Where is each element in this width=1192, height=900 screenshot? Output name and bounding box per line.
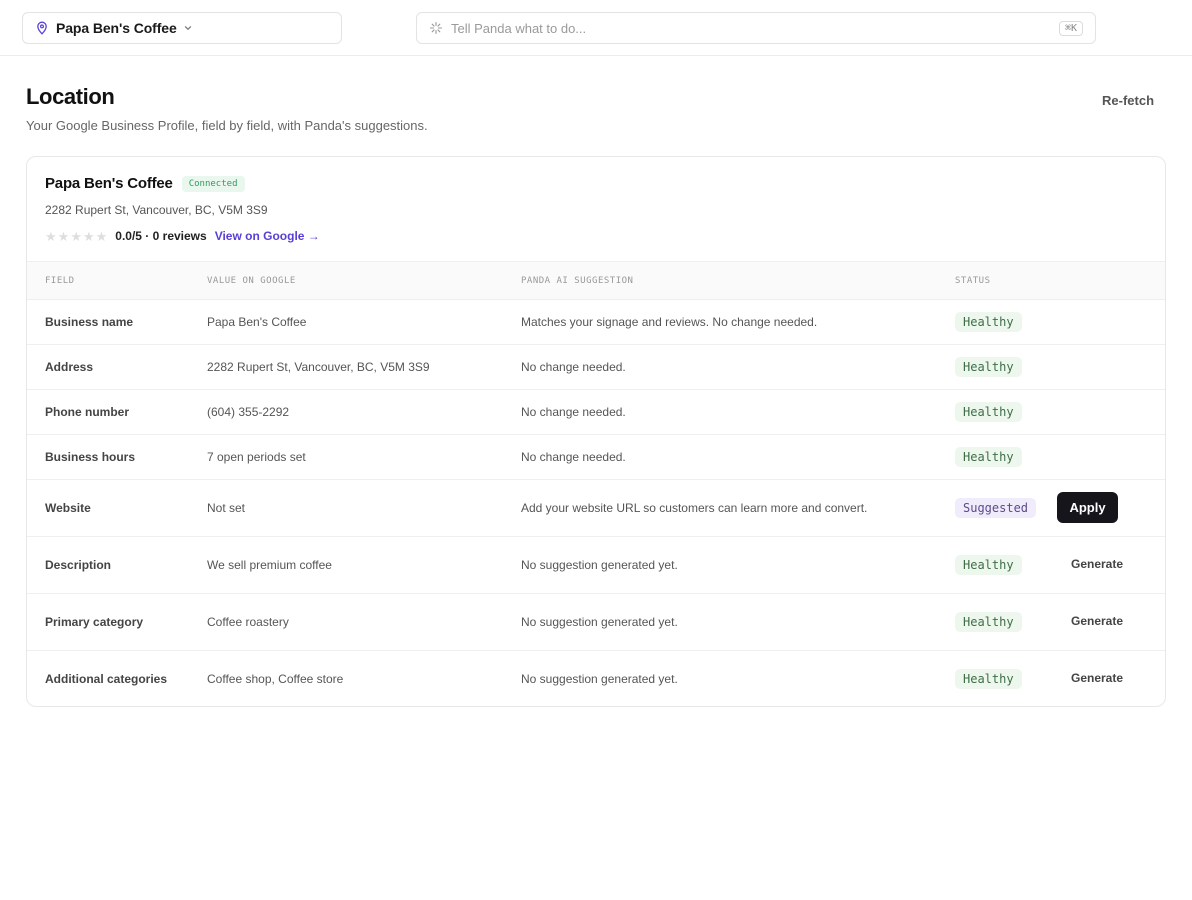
location-name: Papa Ben's Coffee [56, 20, 177, 36]
table-row: Business hours 7 open periods set No cha… [27, 435, 1165, 480]
field-value: 2282 Rupert St, Vancouver, BC, V5M 3S9 [207, 360, 430, 374]
field-suggestion: No change needed. [521, 450, 626, 464]
command-bar[interactable]: ⌘K [416, 12, 1096, 44]
star-icon: ★ [82, 228, 95, 244]
star-icon: ★ [70, 228, 82, 244]
table-header-row: FIELD VALUE ON GOOGLE PANDA AI SUGGESTIO… [27, 261, 1165, 300]
business-header: Papa Ben's Coffee Connected [45, 175, 245, 192]
top-bar: Papa Ben's Coffee ⌘K [0, 0, 1192, 56]
table-row: Website Not set Add your website URL so … [27, 480, 1165, 537]
status-badge: Healthy [955, 402, 1022, 422]
field-label: Business hours [45, 450, 136, 464]
generate-additional-categories-button[interactable]: Generate [1061, 668, 1133, 688]
field-value: 7 open periods set [207, 450, 306, 464]
page-title: Location [26, 84, 115, 109]
sparkles-icon [429, 21, 443, 35]
field-suggestion: Add your website URL so customers can le… [521, 501, 868, 515]
field-value: (604) 355-2292 [207, 405, 290, 419]
apply-website-button[interactable]: Apply [1057, 492, 1118, 523]
field-label: Primary category [45, 615, 144, 629]
map-pin-icon [36, 21, 48, 35]
field-suggestion: No suggestion generated yet. [521, 615, 678, 629]
table-row: Additional categories Coffee shop, Coffe… [27, 651, 1165, 707]
refetch-button[interactable]: Re-fetch [1092, 90, 1164, 110]
rating-summary: 0.0/5 · 0 reviews [115, 229, 207, 243]
status-badge: Healthy [955, 357, 1022, 377]
status-badge: Healthy [955, 447, 1022, 467]
generate-primary-category-button[interactable]: Generate [1061, 611, 1133, 631]
field-suggestion: Matches your signage and reviews. No cha… [521, 315, 818, 329]
field-value: Papa Ben's Coffee [207, 315, 307, 329]
table-row: Business name Papa Ben's Coffee Matches … [27, 300, 1165, 345]
field-label: Additional categories [45, 671, 168, 686]
table-row: Address 2282 Rupert St, Vancouver, BC, V… [27, 345, 1165, 390]
table-row: Primary category Coffee roastery No sugg… [27, 594, 1165, 651]
star-rating: ★ ★ ★ ★ ★ [45, 230, 107, 243]
keyboard-shortcut: ⌘K [1058, 20, 1083, 36]
field-value: Not set [207, 501, 246, 515]
field-suggestion: No change needed. [521, 360, 626, 374]
field-suggestion: No suggestion generated yet. [521, 671, 678, 686]
table-row: Description We sell premium coffee No su… [27, 537, 1165, 594]
business-name: Papa Ben's Coffee [45, 175, 173, 192]
status-badge: Healthy [955, 555, 1022, 575]
connection-badge: Connected [181, 175, 245, 192]
field-suggestion: No change needed. [521, 405, 626, 419]
command-input[interactable] [451, 20, 1059, 36]
field-label: Phone number [45, 405, 130, 419]
business-profile-card: Papa Ben's Coffee Connected 2282 Rupert … [26, 156, 1166, 707]
field-value: We sell premium coffee [207, 558, 332, 572]
table-row: Phone number (604) 355-2292 No change ne… [27, 390, 1165, 435]
field-suggestion: No suggestion generated yet. [521, 558, 678, 572]
field-label: Description [45, 558, 112, 572]
chevron-down-icon [183, 23, 193, 33]
business-address: 2282 Rupert St, Vancouver, BC, V5M 3S9 [45, 203, 268, 217]
star-icon: ★ [45, 228, 57, 244]
field-value: Coffee shop, Coffee store [207, 671, 344, 686]
star-icon: ★ [95, 228, 108, 244]
status-badge: Suggested [955, 498, 1037, 518]
column-header-status: STATUS [955, 275, 991, 286]
location-selector[interactable]: Papa Ben's Coffee [22, 12, 342, 44]
column-header-value: VALUE ON GOOGLE [207, 275, 296, 286]
rating-row: ★ ★ ★ ★ ★ 0.0/5 · 0 reviews View on Goog… [45, 229, 320, 243]
generate-description-button[interactable]: Generate [1061, 554, 1133, 574]
status-badge: Healthy [955, 312, 1022, 332]
column-header-field: FIELD [45, 275, 75, 286]
profile-fields-table: FIELD VALUE ON GOOGLE PANDA AI SUGGESTIO… [27, 261, 1165, 707]
status-badge: Healthy [955, 612, 1022, 632]
status-badge: Healthy [955, 668, 1022, 689]
field-label: Website [45, 501, 91, 515]
view-on-google-link[interactable]: View on Google → [215, 229, 320, 243]
field-label: Address [45, 360, 94, 374]
page-subtitle: Your Google Business Profile, field by f… [26, 118, 428, 133]
field-value: Coffee roastery [207, 615, 289, 629]
field-label: Business name [45, 315, 134, 329]
star-icon: ★ [57, 228, 70, 244]
column-header-suggestion: PANDA AI SUGGESTION [521, 275, 634, 286]
